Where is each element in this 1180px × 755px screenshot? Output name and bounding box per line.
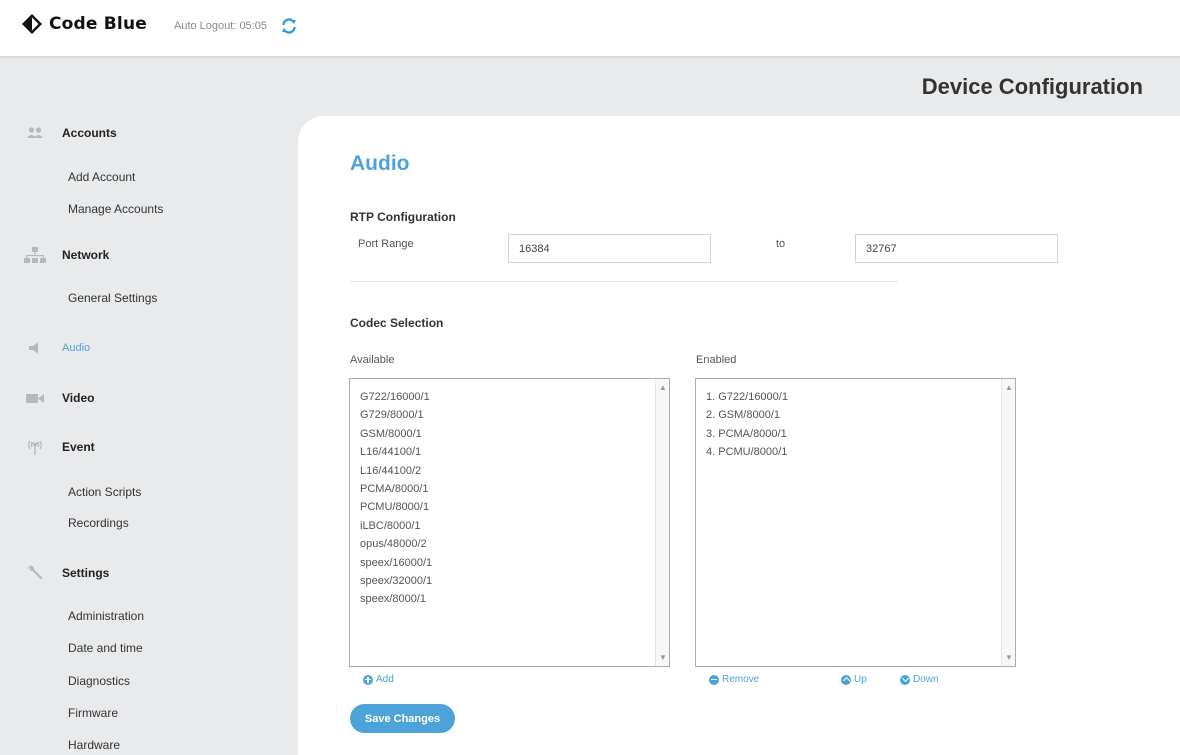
broadcast-icon [22, 437, 48, 457]
brand-name: Code Blue [49, 14, 147, 34]
sidebar-item-settings[interactable]: Settings [22, 563, 109, 583]
port-range-end-input[interactable]: 32767 [855, 234, 1058, 263]
wrench-icon [22, 563, 48, 583]
sidebar-subitem-manage-accounts[interactable]: Manage Accounts [68, 202, 163, 216]
list-item[interactable]: GSM/8000/1 [360, 425, 432, 443]
page-title: Device Configuration [921, 74, 1143, 99]
list-item[interactable]: PCMA/8000/1 [360, 480, 432, 498]
sidebar-item-audio[interactable]: Audio [22, 338, 90, 358]
sidebar-item-label: Video [62, 391, 95, 405]
port-range-start-input[interactable]: 16384 [508, 234, 711, 263]
sidebar-item-video[interactable]: Video [22, 388, 94, 408]
main-panel: Audio RTP Configuration Port Range 16384… [298, 116, 1180, 755]
list-item[interactable]: G722/16000/1 [360, 388, 432, 406]
enabled-label: Enabled [696, 354, 737, 366]
scroll-up-icon[interactable]: ▲ [1005, 383, 1013, 392]
codec-selection-heading: Codec Selection [350, 316, 444, 330]
sidebar-subitem-date-and-time[interactable]: Date and time [68, 641, 143, 655]
sidebar-item-label: Accounts [62, 126, 117, 140]
list-item[interactable]: 3. PCMA/8000/1 [706, 425, 788, 443]
list-item[interactable]: PCMU/8000/1 [360, 498, 432, 516]
sidebar-subitem-recordings[interactable]: Recordings [68, 516, 129, 530]
list-item[interactable]: 1. G722/16000/1 [706, 388, 788, 406]
scrollbar[interactable]: ▲ ▼ [1001, 379, 1015, 666]
remove-codec-button[interactable]: Remove [709, 674, 759, 685]
move-up-button[interactable]: Up [841, 674, 867, 685]
available-codecs-list[interactable]: G722/16000/1 G729/8000/1 GSM/8000/1 L16/… [349, 378, 670, 667]
add-label: Add [376, 674, 394, 685]
section-heading: Audio [350, 152, 410, 175]
code-blue-logo-icon [22, 14, 42, 34]
users-icon [22, 123, 48, 143]
available-label: Available [350, 354, 395, 366]
list-item[interactable]: speex/32000/1 [360, 572, 432, 590]
port-range-label: Port Range [358, 238, 414, 250]
list-item[interactable]: iLBC/8000/1 [360, 517, 432, 535]
brand-logo[interactable]: Code Blue [21, 13, 147, 35]
sidebar-item-accounts[interactable]: Accounts [22, 123, 117, 143]
sidebar-subitem-general-settings[interactable]: General Settings [68, 291, 157, 305]
sidebar-subitem-hardware[interactable]: Hardware [68, 738, 120, 752]
save-changes-button[interactable]: Save Changes [350, 704, 455, 733]
list-item[interactable]: L16/44100/2 [360, 462, 432, 480]
sidebar-item-label: Network [62, 248, 110, 262]
sidebar-subitem-administration[interactable]: Administration [68, 609, 144, 623]
move-down-button[interactable]: Down [900, 674, 939, 685]
scroll-down-icon[interactable]: ▼ [659, 653, 667, 662]
scroll-up-icon[interactable]: ▲ [659, 383, 667, 392]
scroll-down-icon[interactable]: ▼ [1005, 653, 1013, 662]
plus-icon [363, 674, 373, 685]
enabled-codecs-list[interactable]: 1. G722/16000/1 2. GSM/8000/1 3. PCMA/80… [695, 378, 1016, 667]
list-item[interactable]: opus/48000/2 [360, 535, 432, 553]
rtp-configuration-heading: RTP Configuration [350, 210, 456, 224]
sidebar-subitem-diagnostics[interactable]: Diagnostics [68, 674, 130, 688]
auto-logout-timer: Auto Logout: 05:05 [174, 20, 267, 32]
add-codec-button[interactable]: Add [363, 674, 394, 685]
scrollbar[interactable]: ▲ ▼ [655, 379, 669, 666]
down-label: Down [913, 674, 939, 685]
list-item[interactable]: speex/16000/1 [360, 554, 432, 572]
refresh-icon[interactable] [280, 17, 298, 35]
sidebar-subitem-action-scripts[interactable]: Action Scripts [68, 485, 141, 499]
speaker-icon [22, 338, 48, 358]
sidebar-item-event[interactable]: Event [22, 437, 95, 457]
list-item[interactable]: 2. GSM/8000/1 [706, 406, 788, 424]
arrow-down-icon [900, 674, 910, 685]
list-item[interactable]: G729/8000/1 [360, 406, 432, 424]
sidebar-item-label: Settings [62, 566, 110, 580]
list-item[interactable]: 4. PCMU/8000/1 [706, 443, 788, 461]
arrow-up-icon [841, 674, 851, 685]
top-bar: Code Blue Auto Logout: 05:05 [0, 0, 1180, 56]
to-label: to [776, 238, 786, 250]
sidebar-item-network[interactable]: Network [22, 245, 109, 265]
list-item[interactable]: speex/8000/1 [360, 590, 432, 608]
remove-label: Remove [722, 674, 760, 685]
video-camera-icon [22, 388, 48, 408]
sidebar-subitem-firmware[interactable]: Firmware [68, 706, 118, 720]
minus-icon [709, 674, 719, 685]
divider [350, 281, 898, 282]
list-item[interactable]: L16/44100/1 [360, 443, 432, 461]
sidebar-item-label: Event [62, 440, 95, 454]
sidebar-subitem-add-account[interactable]: Add Account [68, 170, 135, 184]
network-icon [22, 245, 48, 265]
up-label: Up [854, 674, 867, 685]
sidebar-item-label: Audio [62, 342, 91, 354]
